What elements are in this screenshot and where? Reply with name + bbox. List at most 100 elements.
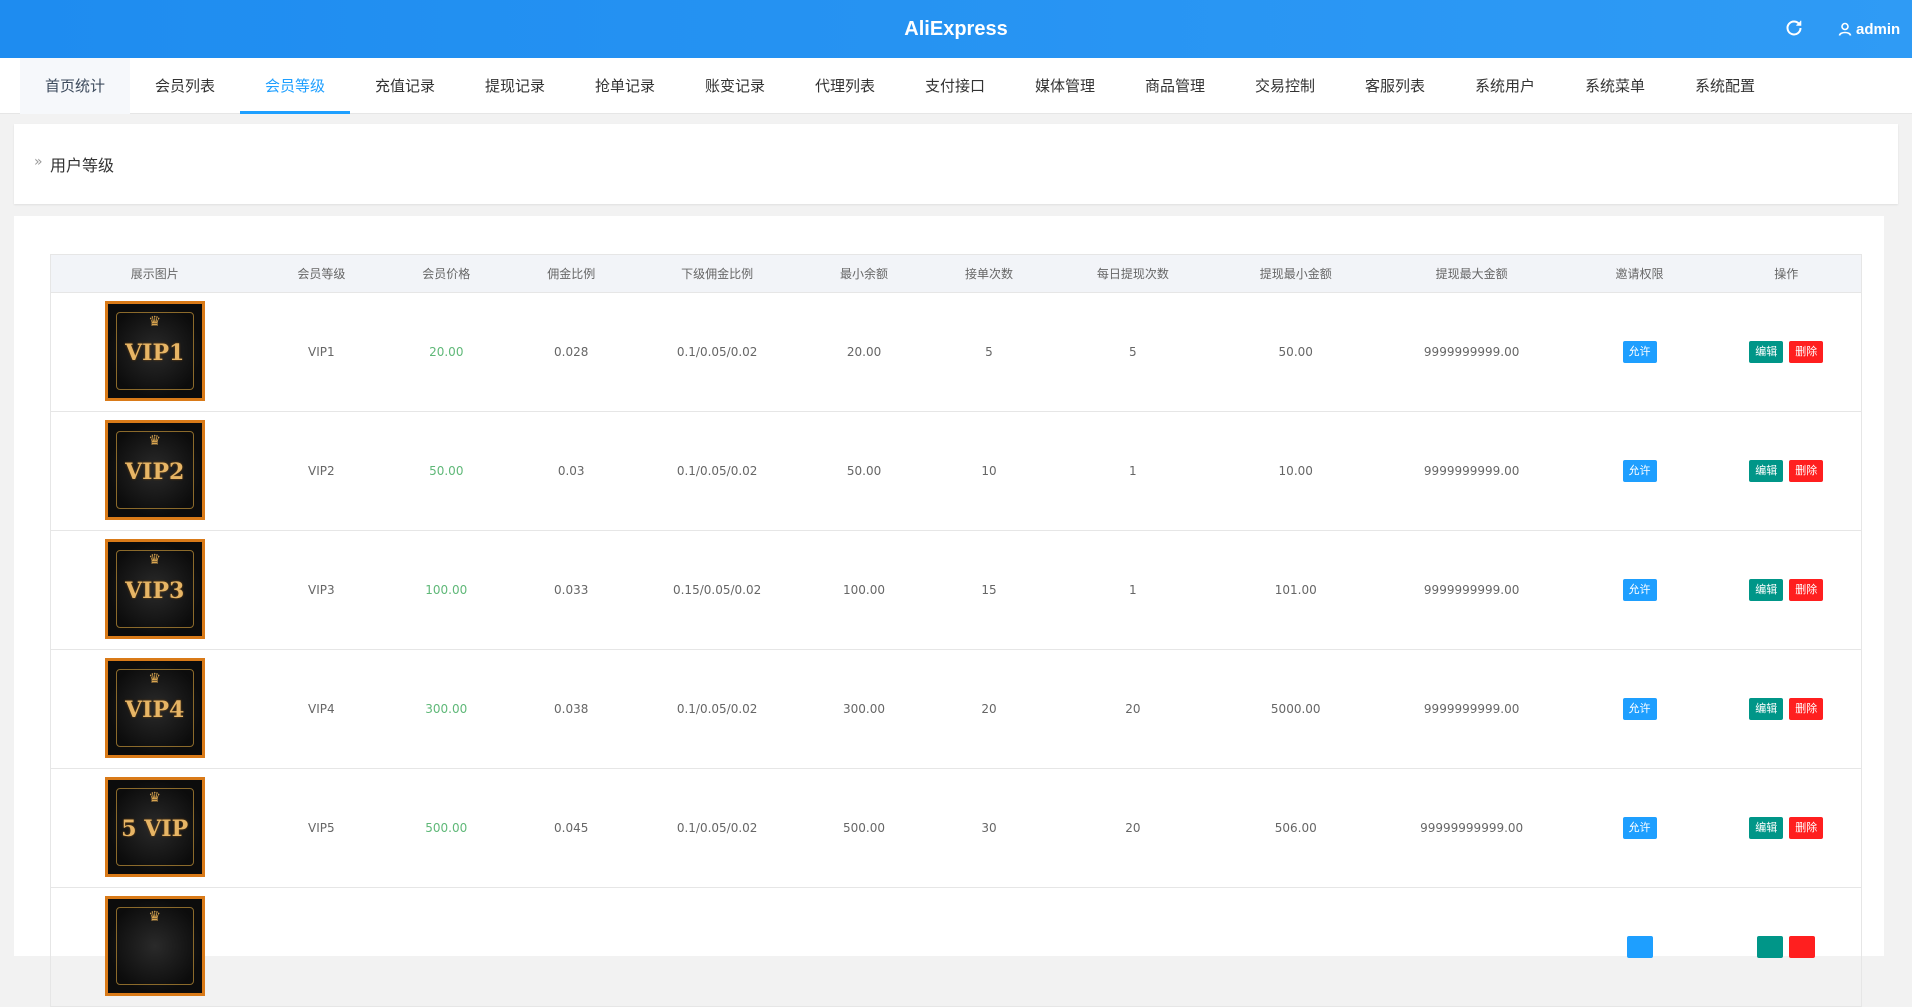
withdraw-min-cell: 5000.00: [1270, 702, 1321, 716]
tab-recharge-records[interactable]: 充值记录: [350, 58, 460, 114]
withdraw-min-cell: 10.00: [1278, 464, 1313, 478]
min-balance-cell: 20.00: [846, 345, 882, 359]
withdraw-max-cell: 9999999999.00: [1423, 464, 1520, 478]
sub-commission-cell: 0.15/0.05/0.02: [672, 583, 762, 597]
commission-cell: 0.033: [554, 583, 589, 597]
main-nav: 首页统计 会员列表 会员等级 充值记录 提现记录 抢单记录 账变记录 代理列表 …: [0, 58, 1912, 114]
commission-cell: 0.045: [554, 821, 589, 835]
withdraw-max-cell: 9999999999.00: [1423, 583, 1520, 597]
commission-cell: 0.038: [554, 702, 589, 716]
vip-badge-text: VIP3: [125, 577, 185, 604]
orders-cell: 20: [981, 702, 997, 716]
tab-system-config[interactable]: 系统配置: [1670, 58, 1780, 114]
col-header-withdraw-max: 提现最大金额: [1375, 254, 1568, 293]
tab-withdraw-records[interactable]: 提现记录: [460, 58, 570, 114]
tab-account-changes[interactable]: 账变记录: [680, 58, 790, 114]
tab-media-management[interactable]: 媒体管理: [1010, 58, 1120, 114]
vip-badge-text: VIP2: [125, 458, 185, 485]
daily-withdraw-cell: 20: [1125, 702, 1141, 716]
col-header-min-balance: 最小余额: [800, 254, 928, 293]
table-row: ♛ VIP2 VIP2 50.00 0.03 0.1/0.05/0.02 50.0…: [50, 412, 1862, 531]
withdraw-min-cell: [1216, 888, 1376, 1007]
orders-cell: 5: [985, 345, 993, 359]
orders-cell: 10: [981, 464, 997, 478]
delete-button[interactable]: [1789, 936, 1816, 958]
commission-cell: [508, 888, 634, 1007]
sub-commission-cell: 0.1/0.05/0.02: [676, 464, 758, 478]
refresh-icon[interactable]: [1784, 18, 1806, 40]
min-balance-cell: 100.00: [843, 583, 886, 597]
delete-button[interactable]: 删除: [1789, 341, 1824, 363]
edit-button[interactable]: 编辑: [1749, 579, 1784, 601]
table-row: ♛ VIP3 VIP3 100.00 0.033 0.15/0.05/0.02 1…: [50, 531, 1862, 650]
withdraw-max-cell: [1376, 888, 1568, 1007]
vip-badge-image: ♛ VIP3: [104, 538, 205, 639]
level-cell: VIP1: [308, 345, 335, 359]
delete-button[interactable]: 删除: [1789, 698, 1824, 720]
orders-cell: 15: [981, 583, 997, 597]
withdraw-min-cell: 506.00: [1274, 821, 1317, 835]
content-panel: 展示图片 会员等级 会员价格 佣金比例 下级佣金比例 最小余额 接单次数 每日提…: [14, 216, 1884, 1007]
invite-allow-button[interactable]: 允许: [1622, 817, 1657, 839]
invite-allow-button[interactable]: 允许: [1622, 698, 1657, 720]
tab-order-grab-records[interactable]: 抢单记录: [570, 58, 680, 114]
sub-commission-cell: 0.1/0.05/0.02: [676, 702, 758, 716]
crown-icon: ♛: [148, 551, 161, 568]
tab-trade-control[interactable]: 交易控制: [1230, 58, 1340, 114]
price-cell: 50.00: [429, 464, 464, 478]
withdraw-min-cell: 50.00: [1278, 345, 1313, 359]
tab-system-menu[interactable]: 系统菜单: [1560, 58, 1670, 114]
daily-withdraw-cell: [1050, 888, 1216, 1007]
edit-button[interactable]: 编辑: [1749, 698, 1784, 720]
double-chevron-right-icon: »: [34, 154, 43, 170]
crown-icon: ♛: [148, 313, 161, 330]
tab-member-list[interactable]: 会员列表: [130, 58, 240, 114]
user-menu[interactable]: admin: [1838, 18, 1900, 40]
edit-button[interactable]: 编辑: [1749, 460, 1784, 482]
col-header-orders: 接单次数: [928, 254, 1050, 293]
price-cell: [384, 888, 508, 1007]
level-cell: VIP2: [308, 464, 335, 478]
level-cell: VIP4: [308, 702, 335, 716]
tab-agent-list[interactable]: 代理列表: [790, 58, 900, 114]
min-balance-cell: 50.00: [846, 464, 882, 478]
col-header-image: 展示图片: [50, 254, 259, 293]
invite-allow-button[interactable]: [1626, 936, 1653, 958]
orders-cell: 30: [981, 821, 997, 835]
edit-button[interactable]: 编辑: [1749, 341, 1784, 363]
invite-allow-button[interactable]: 允许: [1622, 341, 1657, 363]
invite-allow-button[interactable]: 允许: [1622, 579, 1657, 601]
orders-cell: [928, 888, 1050, 1007]
daily-withdraw-cell: 5: [1129, 345, 1137, 359]
col-header-withdraw-min: 提现最小金额: [1215, 254, 1376, 293]
sub-commission-cell: 0.1/0.05/0.02: [676, 345, 758, 359]
app-title: AliExpress: [904, 18, 1008, 40]
sub-commission-cell: [634, 888, 800, 1007]
daily-withdraw-cell: 1: [1129, 583, 1137, 597]
tab-support-list[interactable]: 客服列表: [1340, 58, 1450, 114]
delete-button[interactable]: 删除: [1789, 817, 1824, 839]
tab-home-stats[interactable]: 首页统计: [20, 58, 130, 114]
tab-member-levels[interactable]: 会员等级: [240, 58, 350, 114]
tab-product-management[interactable]: 商品管理: [1120, 58, 1230, 114]
daily-withdraw-cell: 20: [1125, 821, 1141, 835]
crown-icon: ♛: [148, 670, 161, 687]
table-row: ♛ 5 VIP VIP5 500.00 0.045 0.1/0.05/0.02 5…: [50, 769, 1862, 888]
table-row: ♛ VIP1 VIP1 20.00 0.028 0.1/0.05/0.02 20.…: [50, 293, 1862, 412]
edit-button[interactable]: 编辑: [1749, 817, 1784, 839]
tab-system-users[interactable]: 系统用户: [1450, 58, 1560, 114]
commission-cell: 0.03: [557, 464, 585, 478]
tab-payment-interface[interactable]: 支付接口: [900, 58, 1010, 114]
withdraw-max-cell: 99999999999.00: [1420, 821, 1524, 835]
level-cell: [258, 888, 384, 1007]
vip-badge-image: ♛ VIP4: [104, 657, 205, 758]
edit-button[interactable]: [1757, 936, 1784, 958]
vip-badge-image: ♛ VIP2: [104, 419, 205, 520]
breadcrumb: » 用户等级: [14, 124, 1898, 204]
withdraw-min-cell: 101.00: [1274, 583, 1317, 597]
price-cell: 300.00: [425, 702, 468, 716]
delete-button[interactable]: 删除: [1789, 460, 1824, 482]
invite-allow-button[interactable]: 允许: [1622, 460, 1657, 482]
level-cell: VIP3: [308, 583, 335, 597]
delete-button[interactable]: 删除: [1789, 579, 1824, 601]
